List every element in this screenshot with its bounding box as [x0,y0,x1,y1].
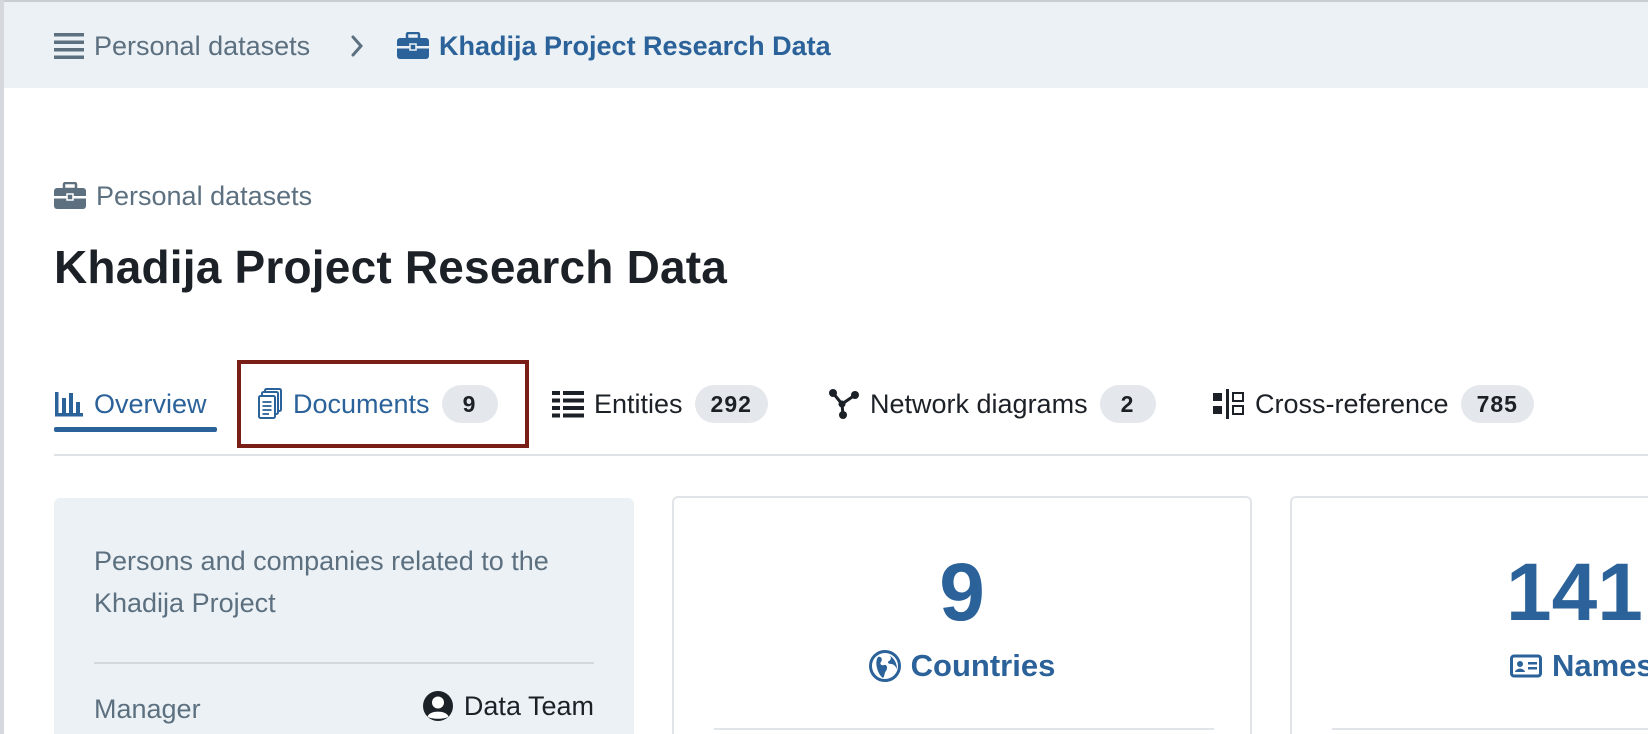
tab-documents-count: 9 [441,385,498,423]
window-left-edge [0,0,4,734]
documents-icon [258,388,282,419]
names-label-row: Names [1510,648,1648,684]
tab-entities-count: 292 [694,385,768,423]
tab-cross-reference-label: Cross-reference [1255,388,1449,419]
tab-network-diagrams-count: 2 [1099,385,1156,423]
stat-card-countries[interactable]: 9 Countries [672,496,1252,734]
tab-cross-reference[interactable]: Cross-reference 785 [1213,382,1534,426]
manager-value[interactable]: Data Team [422,690,594,722]
countries-label-row: Countries [674,648,1250,684]
manager-label: Manager [94,694,201,724]
user-icon [422,691,453,721]
id-card-icon [1510,654,1542,678]
breadcrumb-current-label: Khadija Project Research Data [439,30,831,61]
info-divider [94,662,594,664]
breadcrumb-root-label: Personal datasets [94,30,311,61]
briefcase-icon [397,32,429,59]
countries-divider [714,728,1214,730]
tab-entities-label: Entities [594,388,683,419]
tabs-divider [54,454,1648,456]
briefcase-icon [54,182,86,209]
active-tab-indicator [54,427,217,432]
names-label: Names [1552,648,1648,683]
tab-overview-label: Overview [94,388,207,419]
network-icon [829,389,859,419]
tab-network-diagrams[interactable]: Network diagrams 2 [828,382,1156,426]
page-title: Khadija Project Research Data [54,241,728,293]
breadcrumb-current-link[interactable]: Khadija Project Research Data [397,28,831,64]
breadcrumb-root-link[interactable]: Personal datasets [54,28,310,64]
tab-overview[interactable]: Overview [54,382,207,426]
dataset-info-card: Persons and companies related to the Kha… [54,498,634,734]
tab-documents[interactable]: Documents 9 [257,382,498,426]
chevron-right-icon [350,28,364,64]
manager-name: Data Team [463,690,594,721]
tab-documents-label: Documents [293,388,430,419]
names-divider [1332,728,1648,730]
stat-card-names[interactable]: 141 Names [1290,496,1648,734]
tab-cross-reference-count: 785 [1460,385,1534,423]
hamburger-icon [54,33,84,59]
list-icon [552,391,584,418]
dataset-category: Personal datasets [54,178,312,214]
tab-entities[interactable]: Entities 292 [552,382,768,426]
bar-chart-icon [55,392,83,417]
breadcrumb-bar: Personal datasets Khadija Project Resear… [4,2,1648,88]
dataset-category-label: Personal datasets [96,180,313,211]
countries-label: Countries [910,648,1056,683]
dataset-summary: Persons and companies related to the Kha… [94,546,549,618]
globe-icon [868,650,901,682]
tab-network-diagrams-label: Network diagrams [870,388,1088,419]
names-count: 141 [1506,547,1643,638]
countries-count: 9 [939,547,985,638]
cross-reference-icon [1213,389,1244,419]
